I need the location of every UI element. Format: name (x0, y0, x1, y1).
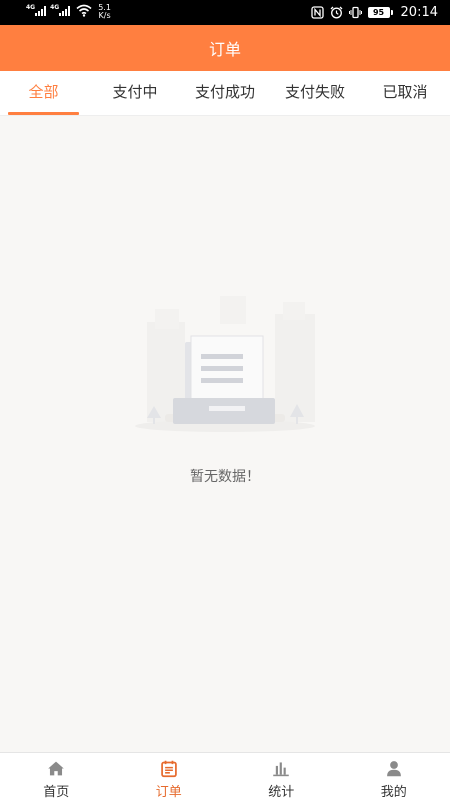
clock: 20:14 (400, 5, 438, 20)
tab-payment-success[interactable]: 支付成功 (182, 71, 268, 116)
app-header: 订单 (0, 25, 450, 71)
nav-stats-label: 统计 (268, 785, 295, 800)
network-speed: 5.1 K/s (98, 3, 111, 20)
nav-home[interactable]: 首页 (0, 753, 113, 800)
nav-home-label: 首页 (43, 785, 70, 800)
empty-state: 暂无数据！ (0, 116, 450, 752)
nav-profile-label: 我的 (380, 785, 407, 800)
signal-icon (59, 5, 71, 16)
nav-stats[interactable]: 统计 (225, 753, 338, 800)
home-icon (48, 761, 65, 776)
page-title: 订单 (208, 40, 241, 59)
signal-indicator-1: 4G (26, 4, 47, 16)
bottom-navigation: 首页 订单 统计 我的 (0, 752, 450, 800)
nav-orders[interactable]: 订单 (113, 753, 226, 800)
tab-payment-failed[interactable]: 支付失败 (272, 71, 358, 116)
status-bar: 4G 4G 5.1 K/s 95 20:14 (0, 0, 450, 25)
nfc-icon (310, 6, 324, 19)
signal-icon (35, 5, 47, 16)
vibrate-icon (348, 6, 362, 19)
empty-data-illustration (135, 296, 315, 432)
tab-cancelled[interactable]: 已取消 (365, 71, 445, 116)
tab-paying[interactable]: 支付中 (95, 71, 175, 116)
profile-icon (386, 761, 401, 777)
empty-message: 暂无数据！ (190, 469, 260, 485)
order-icon (160, 760, 177, 778)
battery-indicator: 95 (367, 7, 393, 18)
battery-icon (390, 10, 393, 15)
signal-indicator-2: 4G (50, 4, 71, 16)
alarm-icon (330, 6, 342, 19)
nav-orders-label: 订单 (155, 785, 182, 800)
wifi-icon (76, 4, 92, 17)
active-tab-indicator (8, 112, 79, 115)
order-status-tabs: 全部 支付中 支付成功 支付失败 已取消 (0, 71, 450, 116)
stats-icon (273, 762, 290, 777)
nav-profile[interactable]: 我的 (338, 753, 450, 800)
tab-all[interactable]: 全部 (8, 71, 79, 116)
